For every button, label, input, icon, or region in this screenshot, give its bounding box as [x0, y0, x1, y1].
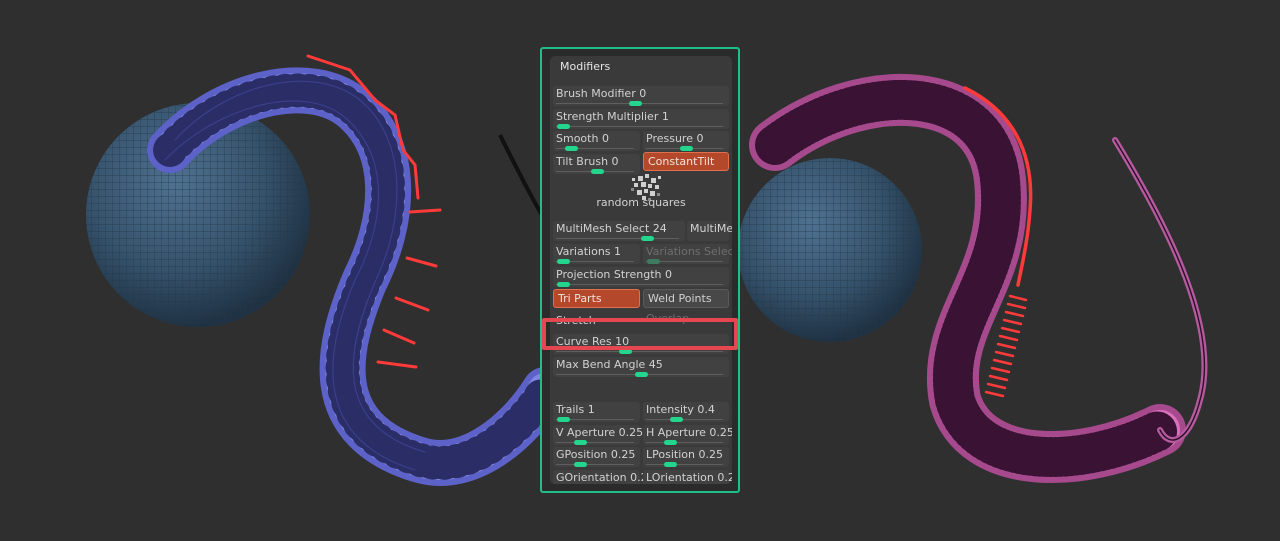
trails-slider[interactable]: Trails 1: [553, 402, 640, 422]
v-aperture-track[interactable]: [556, 442, 634, 443]
strength-multiplier-slider[interactable]: Strength Multiplier 1: [553, 109, 729, 129]
multimesh-select-knob[interactable]: [641, 236, 654, 241]
curve-res-highlight-box: [542, 318, 738, 350]
variations-select-label: Variations Selec: [646, 245, 732, 258]
multimesh-select-track[interactable]: [556, 238, 679, 239]
intensity-track[interactable]: [646, 419, 723, 420]
l-position-slider[interactable]: LPosition 0.25: [643, 447, 729, 467]
weld-points-button[interactable]: Weld Points: [643, 289, 729, 308]
strength-multiplier-label: Strength Multiplier 1: [556, 110, 669, 123]
modifiers-panel: Modifiers ConstantTilt random squares Tr…: [550, 56, 732, 484]
g-position-track[interactable]: [556, 464, 634, 465]
g-orientation-label: GOrientation 0.2: [556, 471, 648, 484]
strength-multiplier-track[interactable]: [556, 126, 723, 127]
h-aperture-knob[interactable]: [663, 440, 677, 445]
multimesh-select-label: MultiMesh Select 24: [556, 222, 667, 235]
trails-label: Trails 1: [556, 403, 595, 416]
smooth-label: Smooth 0: [556, 132, 609, 145]
tilt-brush-knob[interactable]: [590, 169, 604, 174]
l-position-label: LPosition 0.25: [646, 448, 723, 461]
v-aperture-slider[interactable]: V Aperture 0.25: [553, 425, 644, 445]
brush-modifier-slider[interactable]: Brush Modifier 0: [553, 86, 729, 106]
pressure-slider[interactable]: Pressure 0: [643, 131, 729, 151]
v-aperture-knob[interactable]: [573, 440, 587, 445]
intensity-label: Intensity 0.4: [646, 403, 715, 416]
projection-strength-knob[interactable]: [557, 282, 570, 287]
trails-knob[interactable]: [557, 417, 570, 422]
constant-tilt-button[interactable]: ConstantTilt: [643, 152, 729, 171]
l-orientation-slider[interactable]: LOrientation 0.2: [643, 470, 732, 484]
pressure-knob[interactable]: [680, 146, 693, 151]
tilt-brush-label: Tilt Brush 0: [556, 155, 619, 168]
variations-slider[interactable]: Variations 1: [553, 244, 640, 264]
intensity-knob[interactable]: [670, 417, 684, 422]
tilt-brush-slider[interactable]: Tilt Brush 0: [553, 154, 640, 174]
h-aperture-track[interactable]: [646, 442, 723, 443]
strength-multiplier-knob[interactable]: [557, 124, 570, 129]
g-position-label: GPosition 0.25: [556, 448, 636, 461]
intensity-slider[interactable]: Intensity 0.4: [643, 402, 729, 422]
g-position-knob[interactable]: [573, 462, 587, 467]
max-bend-angle-knob[interactable]: [635, 372, 648, 377]
projection-strength-track[interactable]: [556, 284, 723, 285]
brush-thumbnail-label: random squares: [596, 196, 686, 209]
projection-strength-slider[interactable]: Projection Strength 0: [553, 267, 729, 287]
g-orientation-slider[interactable]: GOrientation 0.2: [553, 470, 648, 484]
l-position-track[interactable]: [646, 464, 723, 465]
v-aperture-label: V Aperture 0.25: [556, 426, 644, 439]
variations-label: Variations 1: [556, 245, 622, 258]
brush-modifier-label: Brush Modifier 0: [556, 87, 647, 100]
g-position-slider[interactable]: GPosition 0.25: [553, 447, 640, 467]
right-sphere-mesh: [738, 158, 922, 342]
tri-parts-button[interactable]: Tri Parts: [553, 289, 640, 308]
multimesh-2-slider[interactable]: MultiMe: [687, 221, 732, 241]
multimesh-select-slider[interactable]: MultiMesh Select 24: [553, 221, 685, 241]
smooth-knob[interactable]: [565, 146, 579, 151]
l-position-knob[interactable]: [663, 462, 677, 467]
projection-strength-label: Projection Strength 0: [556, 268, 672, 281]
multimesh-2-label: MultiMe: [690, 222, 732, 235]
brush-modifier-knob[interactable]: [628, 101, 642, 106]
l-orientation-label: LOrientation 0.2: [646, 471, 732, 484]
h-aperture-label: H Aperture 0.25: [646, 426, 732, 439]
variations-select-knob[interactable]: [647, 259, 660, 264]
max-bend-angle-slider[interactable]: Max Bend Angle 45: [553, 357, 729, 377]
variations-select-slider[interactable]: Variations Selec: [643, 244, 732, 264]
h-aperture-slider[interactable]: H Aperture 0.25: [643, 425, 732, 445]
variations-knob[interactable]: [557, 259, 570, 264]
curve-res-track[interactable]: [556, 351, 723, 352]
max-bend-angle-label: Max Bend Angle 45: [556, 358, 663, 371]
smooth-slider[interactable]: Smooth 0: [553, 131, 640, 151]
modifiers-panel-frame: Modifiers ConstantTilt random squares Tr…: [540, 47, 740, 493]
panel-title: Modifiers: [560, 60, 611, 73]
pressure-label: Pressure 0: [646, 132, 704, 145]
thin-curve-center: [498, 134, 544, 217]
